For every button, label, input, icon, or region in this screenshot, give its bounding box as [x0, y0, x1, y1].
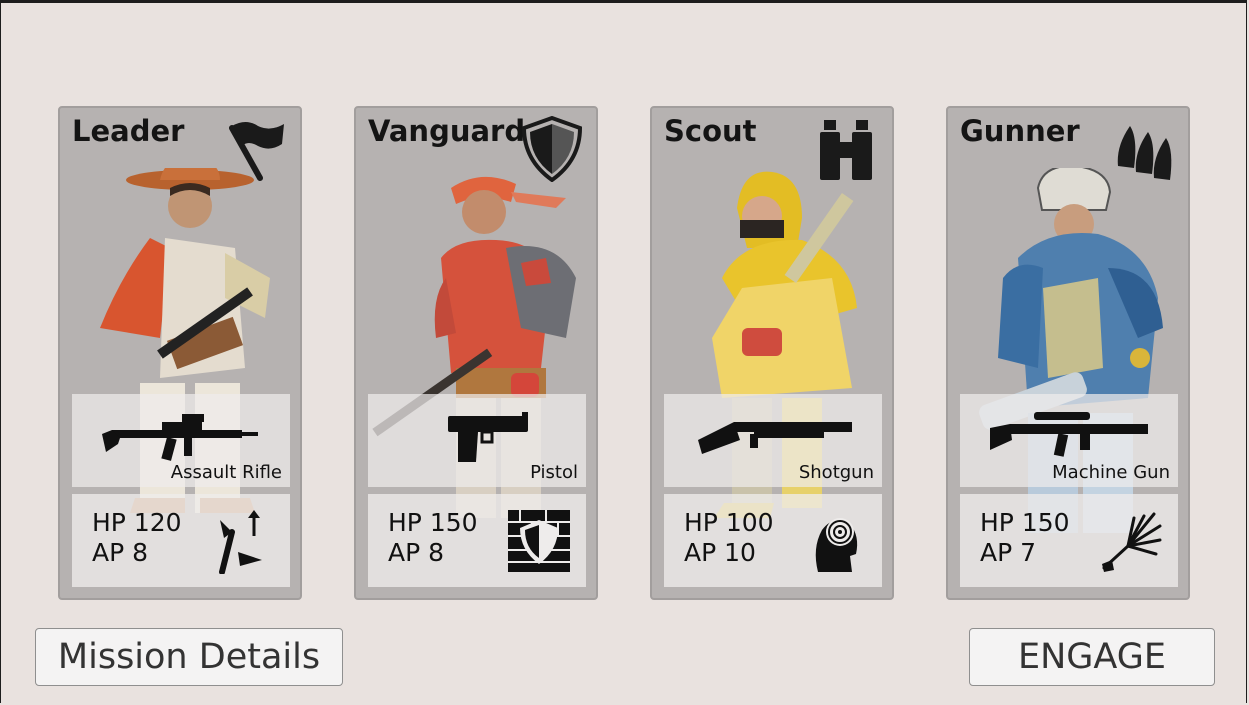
- weapon-panel[interactable]: Shotgun: [664, 394, 882, 487]
- rally-flag-icon: [219, 510, 262, 574]
- binoculars-icon: [820, 120, 872, 180]
- mission-details-button[interactable]: Mission Details: [35, 628, 343, 686]
- assault-rifle-icon: [102, 414, 258, 461]
- character-name: Scout: [664, 114, 757, 148]
- character-name: Leader: [72, 114, 185, 148]
- weapon-name: Assault Rifle: [170, 462, 282, 483]
- weapon-panel[interactable]: Assault Rifle: [72, 394, 290, 487]
- engage-button[interactable]: ENGAGE: [969, 628, 1215, 686]
- stats-panel: HP 100 AP 10: [664, 494, 882, 587]
- weapon-name: Shotgun: [798, 462, 874, 483]
- flag-icon: [229, 122, 284, 181]
- shield-icon: [521, 116, 583, 182]
- character-card-gunner[interactable]: Gunner Machine Gun HP 150 AP 7: [946, 106, 1190, 600]
- shield-wall-icon: [508, 510, 570, 572]
- stats-panel: HP 150 AP 8: [368, 494, 586, 587]
- weapon-name: Machine Gun: [1052, 462, 1170, 483]
- hp-stat: HP 150: [388, 508, 478, 537]
- pistol-icon: [448, 412, 528, 462]
- character-name: Gunner: [960, 114, 1080, 148]
- weapon-panel[interactable]: Pistol: [368, 394, 586, 487]
- hp-stat: HP 150: [980, 508, 1070, 537]
- hp-stat: HP 120: [92, 508, 182, 537]
- weapon-name: Pistol: [530, 462, 578, 483]
- target-head-icon: [815, 518, 858, 572]
- hp-stat: HP 100: [684, 508, 774, 537]
- ap-stat: AP 8: [388, 538, 445, 567]
- shotgun-icon: [698, 422, 852, 454]
- stats-panel: HP 120 AP 8: [72, 494, 290, 587]
- bullets-icon: [1117, 126, 1172, 180]
- ap-stat: AP 7: [980, 538, 1037, 567]
- character-card-scout[interactable]: Scout Shotgun HP 100 AP 10: [650, 106, 894, 600]
- character-card-vanguard[interactable]: Vanguard Pistol HP 150 AP 8: [354, 106, 598, 600]
- machine-gun-icon: [990, 412, 1148, 457]
- character-card-leader[interactable]: Leader Assault Rifle HP 120 AP 8: [58, 106, 302, 600]
- weapon-panel[interactable]: Machine Gun: [960, 394, 1178, 487]
- suppression-burst-icon: [1102, 512, 1162, 572]
- ap-stat: AP 10: [684, 538, 756, 567]
- character-name: Vanguard: [368, 114, 526, 148]
- ap-stat: AP 8: [92, 538, 149, 567]
- stats-panel: HP 150 AP 7: [960, 494, 1178, 587]
